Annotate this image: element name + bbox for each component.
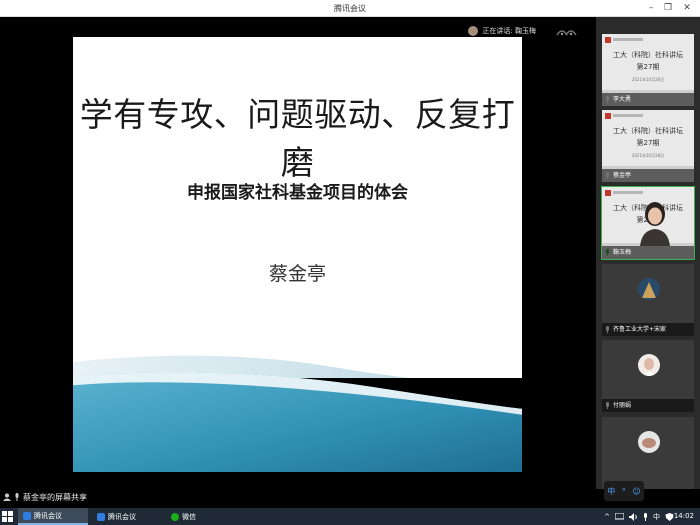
participant-name: 蔡金亭 xyxy=(602,169,694,182)
slide-title: 学有专攻、问题驱动、反复打磨 xyxy=(79,95,516,182)
participant-tile[interactable] xyxy=(602,417,694,489)
taskbar-item-tencent-meeting[interactable]: 腾讯会议 xyxy=(18,508,88,525)
emoji-button[interactable]: ☺ xyxy=(632,487,640,496)
participant-tile[interactable]: 工大（科院）社科讲坛 第27期 2021年10月28日 蔡金亭 xyxy=(602,110,694,182)
network-icon[interactable] xyxy=(615,513,624,520)
participant-tile[interactable]: 工大（科院）社科讲坛 第27期 2021年10月28日 李大勇 xyxy=(602,34,694,106)
avatar xyxy=(638,431,660,453)
restore-button[interactable]: ❐ xyxy=(661,1,675,15)
volume-icon[interactable] xyxy=(629,512,638,521)
school-logo-icon xyxy=(605,113,643,119)
screen-share-label: 蔡金亭的屏幕共享 xyxy=(23,492,87,502)
slide-bottom-blue-band xyxy=(73,372,522,472)
network-signal-icon xyxy=(556,30,577,36)
participant-video-person xyxy=(640,202,670,246)
taskbar: 腾讯会议 腾讯会议 微信 ^ 中 14:02 xyxy=(0,508,700,525)
close-button[interactable]: ✕ xyxy=(680,1,694,15)
microphone-tray-icon[interactable] xyxy=(643,512,648,521)
tencent-meeting-icon xyxy=(97,512,105,521)
system-tray: ^ 中 xyxy=(604,508,674,525)
user-icon xyxy=(3,493,11,501)
input-method-button[interactable]: 中 xyxy=(607,486,615,497)
participant-name: 付丽娟 xyxy=(602,399,694,412)
participant-name: 李大勇 xyxy=(602,93,694,106)
participant-tile-speaking[interactable]: 工大（科院）社科讲坛 第27期 鞠玉梅 xyxy=(601,186,695,260)
participant-panel: 工大（科院）社科讲坛 第27期 2021年10月28日 李大勇 工大（科院）社科… xyxy=(596,17,700,489)
mini-toolbar[interactable]: 中 ° ☺ xyxy=(604,481,644,501)
participant-name: 齐鲁工业大学+宋家 xyxy=(602,323,694,336)
speaking-label: 正在讲话: 鞠玉梅 xyxy=(482,27,536,35)
screen-share-bar: 蔡金亭的屏幕共享 xyxy=(0,489,596,505)
punctuation-button[interactable]: ° xyxy=(622,487,626,496)
tray-expand-button[interactable]: ^ xyxy=(604,513,610,521)
window-title: 腾讯会议 xyxy=(334,4,366,13)
presentation-slide: 学有专攻、问题驱动、反复打磨 申报国家社科基金项目的体会 蔡金亭 xyxy=(73,37,522,378)
school-logo-icon xyxy=(605,190,643,196)
participant-tile[interactable]: 付丽娟 xyxy=(602,340,694,412)
shared-screen-area: 正在讲话: 鞠玉梅 学有专攻、问题驱动、反复打磨 申报国家社科基金项目的体会 蔡… xyxy=(0,17,596,489)
tencent-meeting-icon xyxy=(23,511,31,520)
speaker-avatar xyxy=(468,26,479,36)
title-bar: 腾讯会议 – ❐ ✕ xyxy=(0,0,700,17)
minimize-button[interactable]: – xyxy=(644,1,658,15)
slide-subtitle: 申报国家社科基金项目的体会 xyxy=(187,183,408,203)
taskbar-item-tencent-meeting-2[interactable]: 腾讯会议 xyxy=(92,508,162,525)
taskbar-item-wechat[interactable]: 微信 xyxy=(166,508,236,525)
school-logo-icon xyxy=(605,37,643,43)
avatar xyxy=(638,278,660,300)
participant-name: 鞠玉梅 xyxy=(602,246,694,259)
taskbar-clock[interactable]: 14:02 xyxy=(674,512,694,520)
input-language-indicator[interactable]: 中 xyxy=(653,512,660,522)
participant-tile[interactable]: 齐鲁工业大学+宋家 xyxy=(602,264,694,336)
microphone-icon xyxy=(15,493,19,501)
slide-author: 蔡金亭 xyxy=(268,263,326,285)
speaking-indicator: 正在讲话: 鞠玉梅 xyxy=(468,24,578,38)
windows-start-icon[interactable] xyxy=(2,511,13,522)
security-shield-icon[interactable] xyxy=(665,512,674,521)
wechat-icon xyxy=(171,512,179,521)
avatar xyxy=(638,354,660,376)
